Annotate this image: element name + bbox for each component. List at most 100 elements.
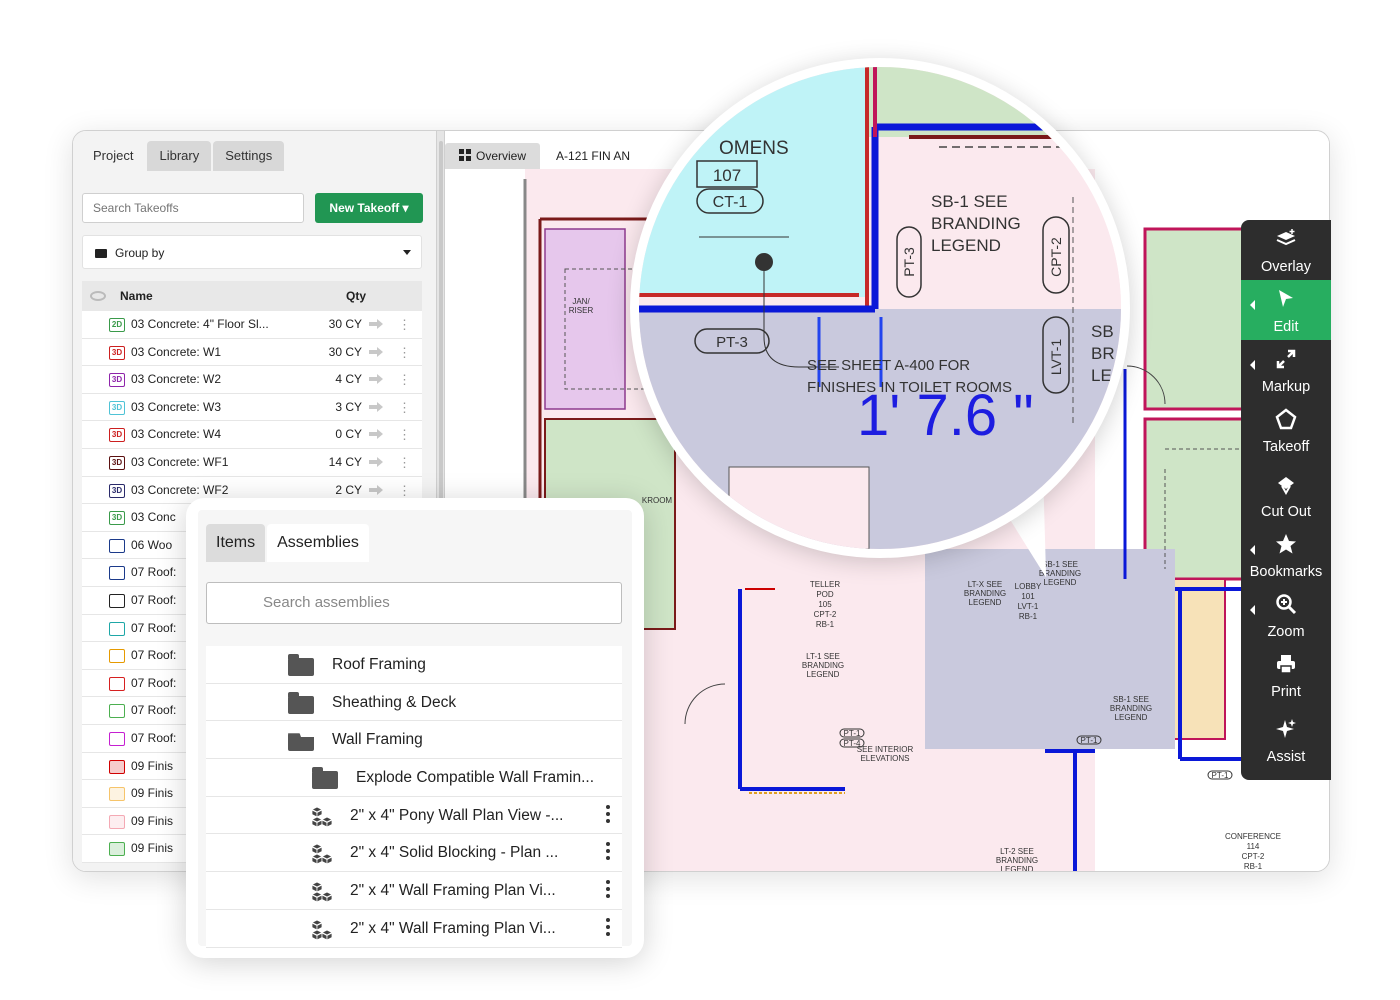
arrow-right-icon[interactable] — [369, 374, 383, 385]
more-vertical-icon[interactable] — [606, 880, 610, 900]
eye-icon[interactable] — [90, 291, 106, 301]
more-icon[interactable]: ⋮ — [398, 449, 411, 476]
takeoff-name: 07 Roof: — [131, 648, 177, 663]
arrow-right-icon[interactable] — [369, 401, 383, 412]
takeoff-name: 06 Woo — [131, 537, 173, 552]
more-vertical-icon[interactable] — [606, 917, 610, 938]
takeoff-type-icon: 3D — [109, 483, 125, 498]
arrow-right-icon[interactable] — [369, 456, 383, 467]
arrow-right-icon[interactable] — [369, 319, 383, 329]
room-name: OMENS — [719, 138, 789, 159]
arrow-right-icon[interactable] — [369, 429, 383, 440]
takeoff-row[interactable]: 3D 03 Concrete: W4 0 CY ⋮ — [82, 421, 422, 449]
search-assemblies-input[interactable]: Search assemblies — [206, 582, 622, 624]
tab-overview-label: Overview — [476, 149, 527, 163]
takeoff-qty: 30 CY — [328, 344, 362, 359]
takeoff-type-icon — [109, 566, 125, 581]
tab-assemblies[interactable]: Assemblies — [267, 524, 369, 562]
svg-text:PT-1: PT-1 — [844, 729, 861, 738]
more-icon[interactable]: ⋮ — [398, 421, 411, 448]
takeoff-qty: 3 CY — [335, 399, 362, 414]
takeoff-name: 09 Finis — [131, 813, 174, 828]
tool-assist[interactable]: Assist — [1241, 710, 1331, 770]
tab-settings[interactable]: Settings — [213, 141, 285, 171]
pt3-tag: PT-3 — [901, 247, 917, 277]
takeoff-name: 09 Finis — [131, 841, 174, 856]
measurement-readout: 1' 7.6 " — [857, 383, 1034, 448]
more-vertical-icon[interactable] — [606, 842, 610, 862]
item-label: 2" x 4" Solid Blocking - Plan ... — [350, 844, 559, 862]
tool-label: Overlay — [1261, 259, 1311, 275]
tool-cut-out[interactable]: Cut Out — [1241, 465, 1331, 525]
takeoff-name: 03 Concrete: W3 — [131, 399, 222, 414]
takeoff-name: 07 Roof: — [131, 565, 177, 580]
more-vertical-icon[interactable] — [606, 804, 610, 825]
takeoff-type-icon: 2D — [109, 318, 125, 332]
panel-tabs: Project Library Settings — [81, 141, 285, 171]
drawing-tabs: Overview A-121 FIN AN — [445, 143, 646, 169]
tool-label: Takeoff — [1262, 439, 1310, 455]
takeoff-qty: 14 CY — [328, 454, 362, 469]
svg-text:PT-4: PT-4 — [844, 739, 861, 748]
tool-takeoff[interactable]: Takeoff — [1241, 400, 1331, 460]
tool-label: Edit — [1273, 319, 1299, 335]
assembly-item[interactable]: 2" x 4" Solid Blocking - Plan ... — [206, 834, 622, 873]
svg-text:LT-X SEEBRANDINGLEGEND: LT-X SEE BRANDING LEGEND — [964, 580, 1006, 607]
takeoff-type-icon — [109, 731, 125, 746]
takeoff-type-icon — [109, 814, 125, 829]
svg-text:LT-1 SEEBRANDINGLEGEND: LT-1 SEE BRANDING LEGEND — [802, 652, 844, 679]
item-label: Sheathing & Deck — [332, 693, 457, 711]
tool-zoom[interactable]: Zoom — [1241, 585, 1331, 645]
tool-sidebar: Overlay Edit Markup Takeoff Cut Out Bookmarks… — [1241, 220, 1331, 780]
search-takeoffs-input[interactable] — [82, 193, 304, 223]
item-label: 2" x 4" Pony Wall Plan View -... — [350, 806, 564, 824]
folder-item[interactable]: Explode Compatible Wall Framin... — [206, 759, 622, 797]
assembly-item[interactable]: 2" x 4" Wall Framing Plan Vi... — [206, 872, 622, 910]
takeoff-row[interactable]: 3D 03 Concrete: W2 4 CY ⋮ — [82, 366, 422, 394]
folder-item[interactable]: Sheathing & Deck — [206, 683, 622, 722]
more-icon[interactable]: ⋮ — [398, 394, 411, 421]
group-by-select[interactable]: Group by — [82, 235, 422, 269]
takeoff-row[interactable]: 3D 03 Concrete: WF1 14 CY ⋮ — [82, 448, 422, 477]
more-icon[interactable]: ⋮ — [398, 311, 411, 338]
takeoff-name: 03 Conc — [131, 510, 176, 525]
arrow-right-icon[interactable] — [369, 346, 383, 357]
takeoff-name: 07 Roof: — [131, 730, 177, 745]
assembly-item[interactable]: 2" x 4" Wall Framing Plan Vi... — [206, 909, 622, 948]
takeoff-row[interactable]: 3D 03 Concrete: W1 30 CY ⋮ — [82, 338, 422, 367]
more-icon[interactable]: ⋮ — [398, 366, 411, 393]
assembly-item[interactable]: 2" x 4" Pony Wall Plan View -... — [206, 796, 622, 835]
svg-text:SB-1 SEEBRANDINGLEGEND: SB-1 SEE BRANDING LEGEND — [1110, 695, 1152, 722]
folder-item[interactable]: Wall Framing — [206, 721, 622, 760]
more-icon[interactable]: ⋮ — [398, 339, 411, 366]
takeoff-name: 07 Roof: — [131, 675, 177, 690]
tool-edit[interactable]: Edit — [1241, 280, 1331, 340]
takeoff-row[interactable]: 2D 03 Concrete: 4" Floor Sl... 30 CY ⋮ — [82, 311, 422, 339]
lvt1-tag: LVT-1 — [1048, 339, 1064, 376]
tab-library[interactable]: Library — [147, 141, 212, 171]
tool-markup[interactable]: Markup — [1241, 340, 1331, 400]
tool-overlay[interactable]: Overlay — [1241, 220, 1331, 280]
takeoff-type-icon: 3D — [109, 345, 125, 360]
takeoff-row[interactable]: 3D 03 Concrete: W3 3 CY ⋮ — [82, 393, 422, 422]
takeoff-type-icon — [109, 649, 125, 664]
svg-text:SEE INTERIORELEVATIONS: SEE INTERIOR ELEVATIONS — [857, 745, 914, 763]
takeoff-name: 03 Concrete: 4" Floor Sl... — [131, 317, 269, 331]
column-qty: Qty — [346, 289, 367, 303]
assembly-list: Roof Framing Sheathing & Deck Wall Framing… — [206, 646, 622, 948]
item-label: Roof Framing — [332, 656, 426, 673]
item-label: 2" x 4" Wall Framing Plan Vi... — [350, 919, 556, 937]
new-takeoff-button[interactable]: New Takeoff ▾ — [315, 193, 423, 223]
tool-print[interactable]: Print — [1241, 645, 1331, 705]
folder-item[interactable]: Roof Framing — [206, 646, 622, 684]
expand-left-icon — [1250, 605, 1255, 615]
tool-bookmarks[interactable]: Bookmarks — [1241, 525, 1331, 585]
tab-items[interactable]: Items — [206, 524, 266, 562]
arrow-right-icon[interactable] — [369, 484, 383, 495]
expand-left-icon — [1250, 300, 1255, 310]
tool-label: Markup — [1261, 379, 1311, 395]
tab-overview[interactable]: Overview — [445, 143, 541, 169]
takeoff-name: 07 Roof: — [131, 592, 177, 607]
tab-project[interactable]: Project — [81, 141, 146, 171]
tab-sheet[interactable]: A-121 FIN AN — [542, 143, 645, 169]
